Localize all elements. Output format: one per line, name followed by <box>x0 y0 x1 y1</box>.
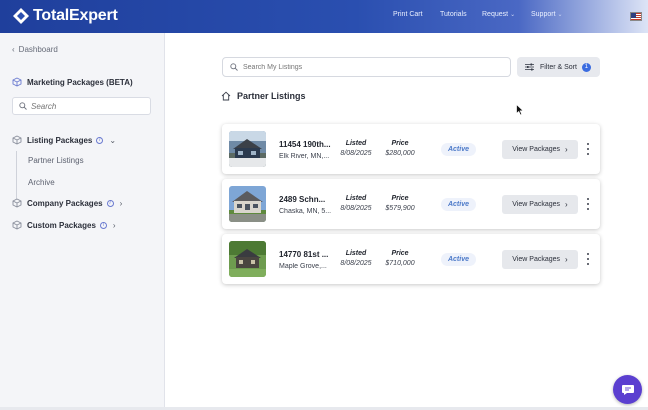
mouse-cursor-icon <box>516 104 524 116</box>
price-label: Price <box>391 140 409 147</box>
nav-request[interactable]: Request ⌄ <box>482 11 515 18</box>
group-label: Listing Packages <box>27 135 93 145</box>
package-icon <box>12 198 22 208</box>
view-packages-label: View Packages <box>512 201 561 208</box>
chevron-down-icon: ⌄ <box>557 12 563 18</box>
chevron-right-icon: › <box>565 145 568 154</box>
page-title-label: Partner Listings <box>237 91 306 101</box>
sidebar: ‹Dashboard Marketing Packages (BETA) Lis… <box>0 33 165 410</box>
sidebar-item-partner-listings[interactable]: Partner Listings <box>28 156 84 165</box>
nav-support[interactable]: Support ⌄ <box>531 11 563 18</box>
search-icon <box>230 63 238 71</box>
status-badge: Active <box>441 253 476 266</box>
chevron-down-icon: ⌄ <box>510 12 516 18</box>
info-icon[interactable]: i <box>96 136 104 144</box>
sliders-icon <box>525 63 534 71</box>
property-photo <box>229 131 266 167</box>
chevron-left-icon: ‹ <box>12 45 15 54</box>
group-label: Custom Packages <box>27 220 96 230</box>
view-packages-label: View Packages <box>512 256 561 263</box>
nav-label: Tutorials <box>440 11 467 18</box>
chevron-down-icon: ⌄ <box>109 135 117 145</box>
filter-label: Filter & Sort <box>540 63 577 71</box>
more-options-icon[interactable] <box>586 143 590 155</box>
page-title: Partner Listings <box>221 91 306 101</box>
listing-city: Elk River, MN,... <box>279 153 330 160</box>
sidebar-search-input[interactable] <box>31 101 141 111</box>
package-icon <box>12 135 22 145</box>
listing-city: Maple Grove,... <box>279 263 327 270</box>
listed-date: 8/08/2025 <box>340 260 372 267</box>
brand-name: TotalExpert <box>33 7 118 24</box>
home-icon <box>221 91 231 101</box>
info-icon[interactable]: i <box>99 221 107 229</box>
nav-tutorials[interactable]: Tutorials <box>440 11 467 18</box>
group-label: Company Packages <box>27 198 103 208</box>
sidebar-search-field[interactable] <box>12 97 151 115</box>
price-label: Price <box>391 250 409 257</box>
listed-date: 8/08/2025 <box>340 150 372 157</box>
chevron-right-icon: › <box>119 198 123 208</box>
section-title-label: Marketing Packages (BETA) <box>27 77 133 87</box>
listing-card[interactable]: 2489 Schn... Chaska, MN, 5... Listed 8/0… <box>222 179 600 229</box>
listed-label: Listed <box>345 140 367 147</box>
status-badge: Active <box>441 198 476 211</box>
chevron-right-icon: › <box>112 220 116 230</box>
nav-label: Print Cart <box>393 11 423 18</box>
nav-label: Support <box>531 11 556 18</box>
back-to-dashboard-link[interactable]: ‹ Dashboard <box>12 45 58 54</box>
more-options-icon[interactable] <box>586 253 590 265</box>
nav-print-cart[interactable]: Print Cart <box>393 11 423 18</box>
logo-diamond-icon <box>13 8 29 24</box>
sidebar-item-archive[interactable]: Archive <box>28 178 55 187</box>
sidebar-item-custom-packages[interactable]: Custom Packages i › <box>12 220 116 230</box>
status-badge: Active <box>441 143 476 156</box>
listing-search-input[interactable] <box>243 63 493 71</box>
view-packages-button[interactable]: View Packages › <box>502 250 578 269</box>
listed-label: Listed <box>345 250 367 257</box>
brand-logo[interactable]: TotalExpert <box>12 7 118 25</box>
chevron-right-icon: › <box>565 200 568 209</box>
chat-widget-button[interactable] <box>613 375 642 404</box>
listed-date: 8/08/2025 <box>340 205 372 212</box>
listing-price: $280,000 <box>385 150 415 157</box>
chat-icon <box>621 384 634 395</box>
sidebar-item-company-packages[interactable]: Company Packages i › <box>12 198 122 208</box>
info-icon[interactable]: i <box>106 199 114 207</box>
listing-card[interactable]: 14770 81st ... Maple Grove,... Listed 8/… <box>222 234 600 284</box>
nav-label: Request <box>482 11 509 18</box>
property-photo <box>229 241 266 277</box>
tree-connector <box>16 151 17 199</box>
package-icon <box>12 220 22 230</box>
top-navbar: TotalExpert Print Cart Tutorials Request… <box>0 0 648 33</box>
listing-address: 11454 190th... <box>279 140 331 149</box>
search-icon <box>19 102 27 110</box>
listing-address: 2489 Schn... <box>279 195 326 204</box>
more-options-icon[interactable] <box>586 198 590 210</box>
listed-label: Listed <box>345 195 367 202</box>
listing-card[interactable]: 11454 190th... Elk River, MN,... Listed … <box>222 124 600 174</box>
property-photo <box>229 186 266 222</box>
view-packages-button[interactable]: View Packages › <box>502 195 578 214</box>
us-flag-icon[interactable] <box>630 12 642 21</box>
listing-price: $710,000 <box>385 260 415 267</box>
listing-city: Chaska, MN, 5... <box>279 208 332 215</box>
chevron-right-icon: › <box>565 255 568 264</box>
package-icon <box>12 77 22 87</box>
sidebar-item-listing-packages[interactable]: Listing Packages i ⌄ <box>12 135 116 145</box>
filter-sort-button[interactable]: Filter & Sort 1 <box>517 57 600 77</box>
listing-price: $579,900 <box>385 205 415 212</box>
price-label: Price <box>391 195 409 202</box>
view-packages-button[interactable]: View Packages › <box>502 140 578 159</box>
filter-count-badge: 1 <box>581 62 591 72</box>
listing-search-field[interactable] <box>222 57 511 77</box>
marketing-packages-title: Marketing Packages (BETA) <box>12 77 133 87</box>
listing-address: 14770 81st ... <box>279 250 329 259</box>
dashboard-label: Dashboard <box>18 45 58 54</box>
view-packages-label: View Packages <box>512 146 561 153</box>
